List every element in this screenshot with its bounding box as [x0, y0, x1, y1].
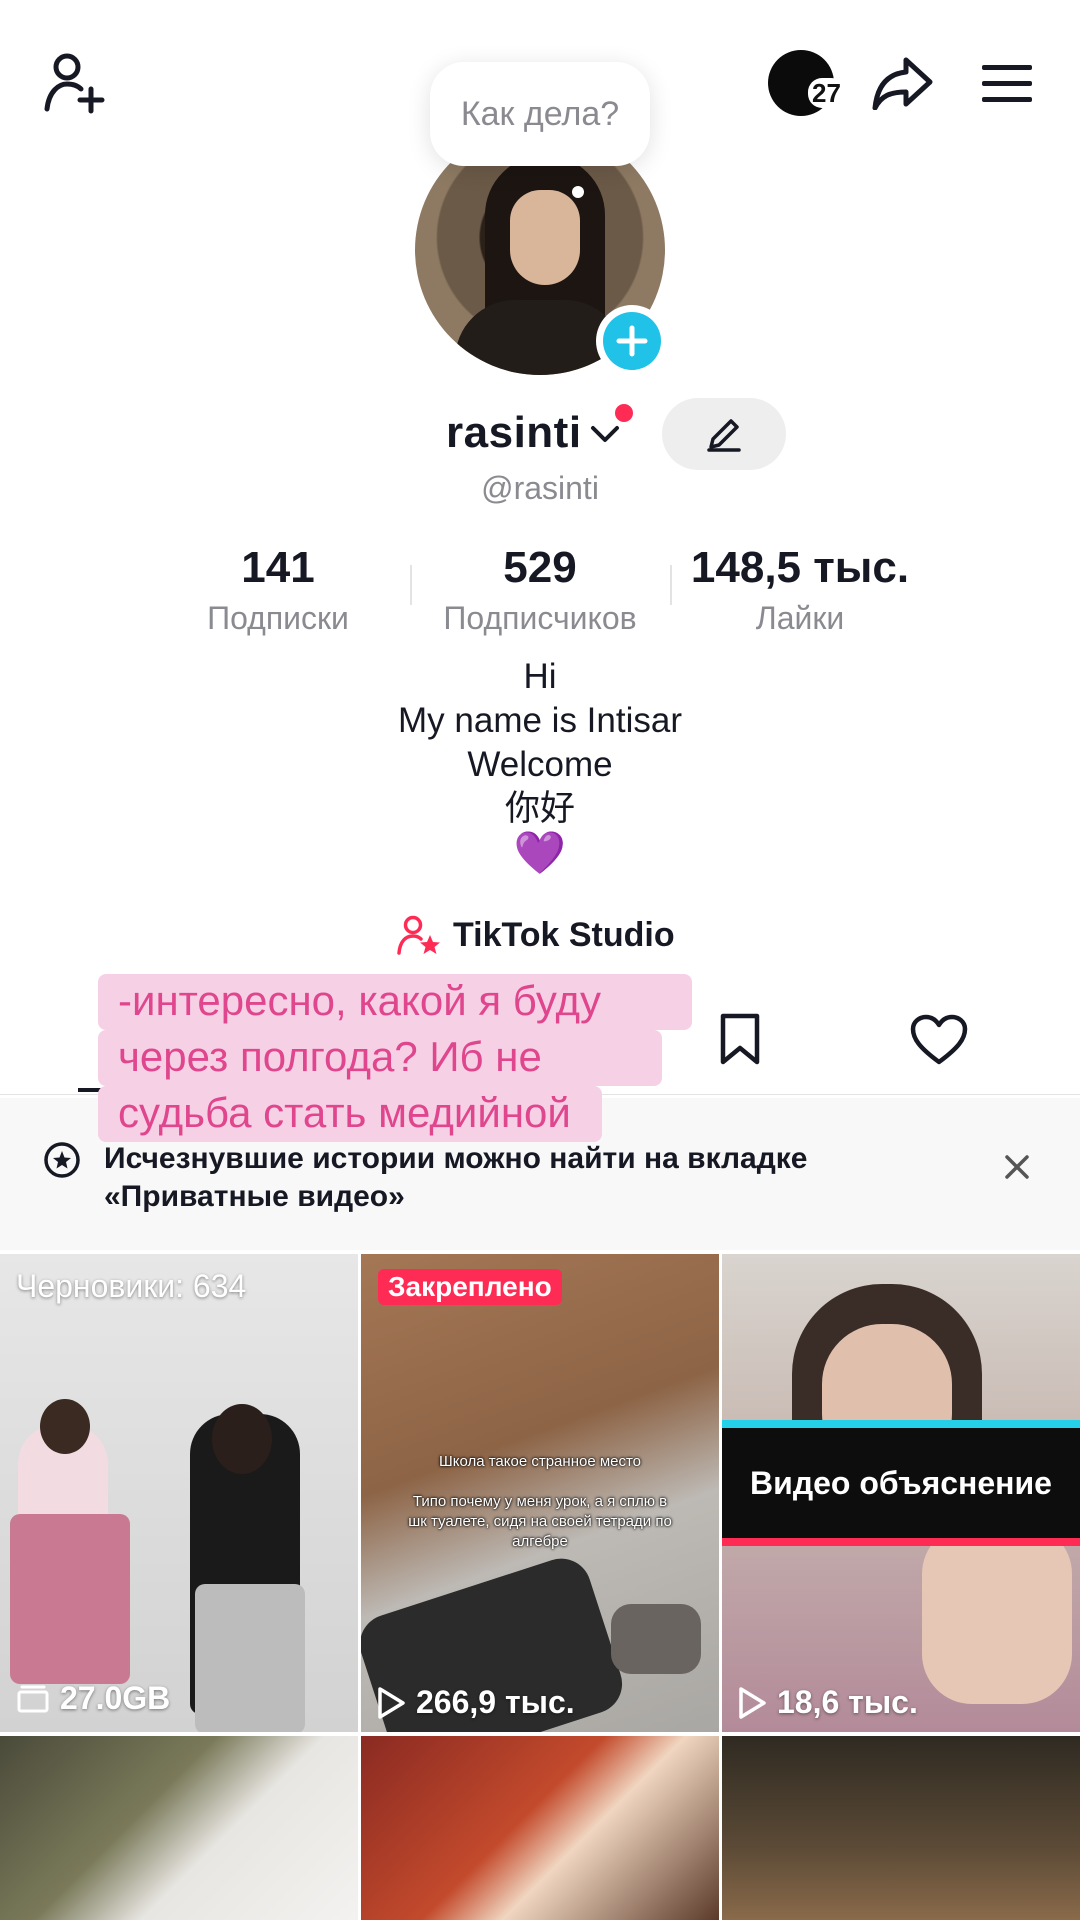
video-tile[interactable]	[361, 1736, 719, 1920]
bio-line: My name is Intisar	[398, 701, 682, 740]
stat-divider	[410, 565, 412, 605]
drafts-label: Черновики: 634	[16, 1268, 247, 1304]
bio-line: 你好	[504, 789, 575, 828]
bio: Hi My name is Intisar Welcome 你好 💜	[0, 655, 1080, 875]
close-icon[interactable]	[1000, 1150, 1034, 1184]
edit-profile-button[interactable]	[662, 398, 786, 470]
explainer-banner: Видео объяснение	[722, 1420, 1080, 1546]
bubble-tail	[572, 186, 584, 198]
username[interactable]: rasinti	[446, 408, 582, 458]
video-views: 18,6 тыс.	[737, 1684, 918, 1721]
share-arrow-icon	[872, 57, 933, 110]
add-friend-button[interactable]	[40, 48, 110, 118]
drafts-size: 27.0GB	[16, 1680, 170, 1717]
following-stat[interactable]: 141 Подписки	[178, 540, 378, 638]
play-icon	[378, 1686, 405, 1719]
bio-line: Welcome	[467, 745, 613, 784]
caption-text: Школа такое странное место Типо почему у…	[408, 1453, 672, 1550]
video-tile[interactable]	[722, 1736, 1080, 1920]
sticker-line: судьба стать медийной	[118, 1089, 571, 1136]
notice-text: Исчезнувшие истории можно найти на вклад…	[104, 1142, 808, 1213]
pencil-icon	[707, 419, 741, 452]
chevron-down-icon[interactable]	[590, 424, 620, 446]
bio-line: Hi	[523, 657, 557, 696]
tiktok-studio-link[interactable]: TikTok Studio	[397, 915, 675, 955]
sticker-line: через полгода? Иб не	[118, 1033, 542, 1080]
followers-stat[interactable]: 529 Подписчиков	[420, 540, 660, 638]
pinned-video-views: 266,9 тыс.	[376, 1684, 575, 1721]
folder-icon	[17, 1685, 49, 1712]
play-icon	[739, 1686, 766, 1719]
plus-icon	[616, 325, 648, 357]
bookmark-icon[interactable]	[717, 1012, 763, 1066]
pinned-badge: Закреплено	[378, 1269, 562, 1305]
menu-button[interactable]	[975, 52, 1039, 116]
add-story-button[interactable]	[596, 305, 668, 377]
creator-star-icon	[397, 915, 440, 955]
status-bubble[interactable]: Как дела?	[430, 62, 650, 166]
hamburger-menu-icon	[982, 65, 1032, 102]
notification-count-badge: 27	[808, 78, 845, 108]
video-caption: Школа такое странное место Типо почему у…	[408, 1452, 672, 1552]
notification-dot	[615, 404, 633, 422]
stat-divider	[670, 565, 672, 605]
user-handle: @rasinti	[481, 470, 599, 506]
person-plus-icon	[44, 53, 105, 114]
story-archive-icon	[44, 1142, 80, 1178]
heart-icon[interactable]	[910, 1014, 968, 1066]
purple-heart-emoji: 💜	[513, 829, 567, 876]
likes-stat[interactable]: 148,5 тыс. Лайки	[680, 540, 920, 638]
drafts-tile[interactable]	[0, 1254, 358, 1732]
video-tile[interactable]	[0, 1736, 358, 1920]
share-button[interactable]	[868, 48, 938, 118]
sticker-line: -интересно, какой я буду	[118, 977, 602, 1024]
tiktok-studio-label: TikTok Studio	[453, 915, 675, 954]
